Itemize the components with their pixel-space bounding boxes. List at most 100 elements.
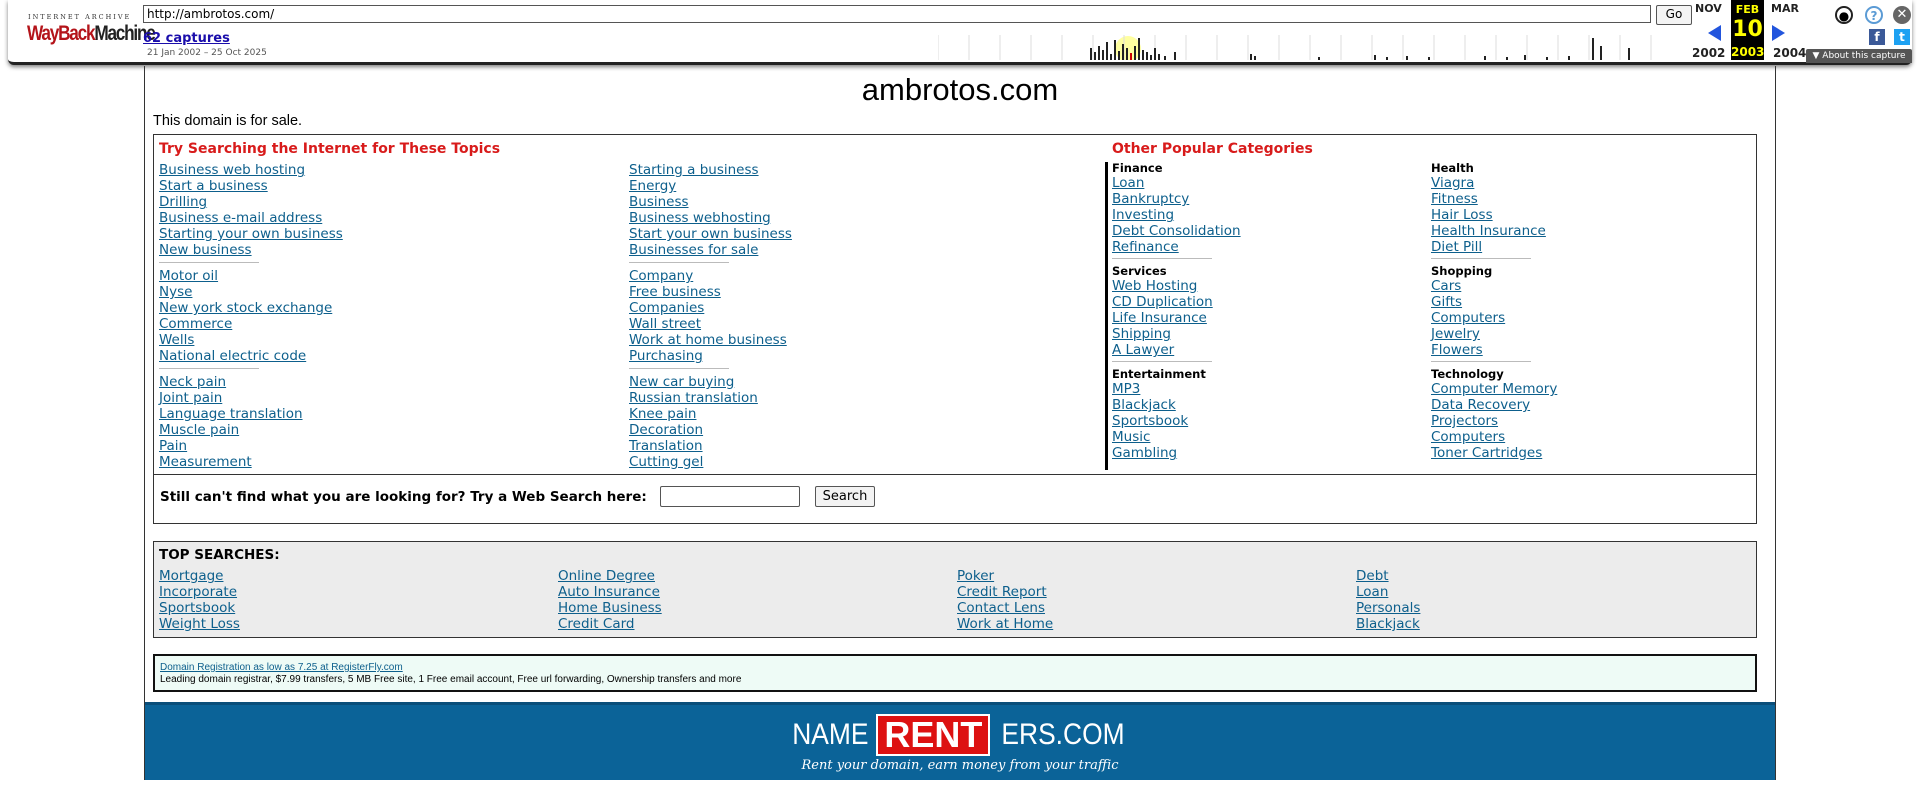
top-search-link[interactable]: Online Degree xyxy=(558,568,662,584)
web-search-input[interactable] xyxy=(660,486,800,507)
category-link[interactable]: Toner Cartridges xyxy=(1431,445,1557,461)
topic-link[interactable]: Company xyxy=(629,268,792,284)
topic-link[interactable]: Start a business xyxy=(159,178,343,194)
category-link[interactable]: MP3 xyxy=(1112,381,1241,397)
wayback-next-arrow-icon[interactable] xyxy=(1772,25,1785,41)
category-link[interactable]: Shipping xyxy=(1112,326,1241,342)
wayback-prev-arrow-icon[interactable] xyxy=(1708,25,1721,41)
user-icon[interactable]: ● xyxy=(1835,6,1853,24)
topic-link[interactable]: Language translation xyxy=(159,406,343,422)
category-link[interactable]: Fitness xyxy=(1431,191,1557,207)
top-search-link[interactable]: Home Business xyxy=(558,600,662,616)
category-link[interactable]: Investing xyxy=(1112,207,1241,223)
wayback-prev-month[interactable]: NOV xyxy=(1695,2,1722,15)
topic-link[interactable]: Decoration xyxy=(629,422,792,438)
category-link[interactable]: Sportsbook xyxy=(1112,413,1241,429)
category-link[interactable]: Computers xyxy=(1431,310,1557,326)
category-link[interactable]: Data Recovery xyxy=(1431,397,1557,413)
topic-link[interactable]: Nyse xyxy=(159,284,343,300)
wayback-prev-year[interactable]: 2002 xyxy=(1692,46,1725,60)
category-link[interactable]: Viagra xyxy=(1431,175,1557,191)
top-search-link[interactable]: Auto Insurance xyxy=(558,584,662,600)
topic-link[interactable]: Business e-mail address xyxy=(159,210,343,226)
topic-link[interactable]: Wells xyxy=(159,332,343,348)
topic-link[interactable]: Work at home business xyxy=(629,332,792,348)
close-icon[interactable]: ✕ xyxy=(1893,6,1911,24)
top-search-link[interactable]: Incorporate xyxy=(159,584,240,600)
category-link[interactable]: Health Insurance xyxy=(1431,223,1557,239)
topic-link[interactable]: Wall street xyxy=(629,316,792,332)
topic-link[interactable]: Commerce xyxy=(159,316,343,332)
top-search-link[interactable]: Contact Lens xyxy=(957,600,1053,616)
twitter-icon[interactable]: t xyxy=(1894,29,1910,45)
topic-link[interactable]: New york stock exchange xyxy=(159,300,343,316)
topic-link[interactable]: Business webhosting xyxy=(629,210,792,226)
category-link[interactable]: Jewelry xyxy=(1431,326,1557,342)
facebook-icon[interactable]: f xyxy=(1869,29,1885,45)
topic-link[interactable]: Free business xyxy=(629,284,792,300)
topic-link[interactable]: Russian translation xyxy=(629,390,792,406)
wayback-next-month[interactable]: MAR xyxy=(1771,2,1799,15)
namerenters-banner[interactable]: NAME RENT ERS.COM Rent your domain, earn m… xyxy=(145,702,1775,780)
category-link[interactable]: Diet Pill xyxy=(1431,239,1557,255)
category-link[interactable]: Gifts xyxy=(1431,294,1557,310)
top-search-link[interactable]: Debt xyxy=(1356,568,1420,584)
registration-link[interactable]: Domain Registration as low as 7.25 at Re… xyxy=(160,662,403,673)
topic-link[interactable]: Energy xyxy=(629,178,792,194)
category-link[interactable]: Debt Consolidation xyxy=(1112,223,1241,239)
category-link[interactable]: CD Duplication xyxy=(1112,294,1241,310)
category-link[interactable]: Blackjack xyxy=(1112,397,1241,413)
category-link[interactable]: Refinance xyxy=(1112,239,1241,255)
category-link[interactable]: Gambling xyxy=(1112,445,1241,461)
category-link[interactable]: A Lawyer xyxy=(1112,342,1241,358)
topic-link[interactable]: Muscle pain xyxy=(159,422,343,438)
category-link[interactable]: Cars xyxy=(1431,278,1557,294)
wayback-next-year[interactable]: 2004 xyxy=(1773,46,1806,60)
top-search-link[interactable]: Loan xyxy=(1356,584,1420,600)
topic-link[interactable]: Business xyxy=(629,194,792,210)
topic-link[interactable]: Joint pain xyxy=(159,390,343,406)
category-link[interactable]: Projectors xyxy=(1431,413,1557,429)
wayback-url-input[interactable]: http://ambrotos.com/ xyxy=(143,5,1651,23)
top-search-link[interactable]: Mortgage xyxy=(159,568,240,584)
top-search-link[interactable]: Personals xyxy=(1356,600,1420,616)
wayback-logo[interactable]: INTERNET ARCHIVE WayBackMachine xyxy=(20,10,156,52)
topic-link[interactable]: Cutting gel xyxy=(629,454,792,470)
wayback-go-button[interactable]: Go xyxy=(1656,5,1692,25)
wayback-captures-link[interactable]: 62 captures xyxy=(143,31,230,46)
topic-link[interactable]: Translation xyxy=(629,438,792,454)
category-link[interactable]: Web Hosting xyxy=(1112,278,1241,294)
top-search-link[interactable]: Credit Report xyxy=(957,584,1053,600)
category-link[interactable]: Bankruptcy xyxy=(1112,191,1241,207)
topic-link[interactable]: Business web hosting xyxy=(159,162,343,178)
topic-link[interactable]: Businesses for sale xyxy=(629,242,792,258)
category-link[interactable]: Computers xyxy=(1431,429,1557,445)
top-search-link[interactable]: Sportsbook xyxy=(159,600,240,616)
top-search-link[interactable]: Credit Card xyxy=(558,616,662,632)
category-link[interactable]: Hair Loss xyxy=(1431,207,1557,223)
top-search-link[interactable]: Work at Home xyxy=(957,616,1053,632)
topic-link[interactable]: New car buying xyxy=(629,374,792,390)
topic-link[interactable]: Start your own business xyxy=(629,226,792,242)
category-link[interactable]: Flowers xyxy=(1431,342,1557,358)
topic-link[interactable]: Measurement xyxy=(159,454,343,470)
top-search-link[interactable]: Blackjack xyxy=(1356,616,1420,632)
topic-link[interactable]: Starting your own business xyxy=(159,226,343,242)
topic-link[interactable]: Starting a business xyxy=(629,162,792,178)
about-capture-button[interactable]: ▼ About this capture xyxy=(1806,49,1912,63)
topic-link[interactable]: New business xyxy=(159,242,343,258)
top-search-link[interactable]: Poker xyxy=(957,568,1053,584)
topic-link[interactable]: Knee pain xyxy=(629,406,792,422)
topic-link[interactable]: Drilling xyxy=(159,194,343,210)
wayback-sparkline[interactable] xyxy=(938,30,1688,60)
web-search-button[interactable]: Search xyxy=(815,486,875,507)
topic-link[interactable]: Pain xyxy=(159,438,343,454)
topic-link[interactable]: Companies xyxy=(629,300,792,316)
topic-link[interactable]: National electric code xyxy=(159,348,343,364)
topic-link[interactable]: Neck pain xyxy=(159,374,343,390)
category-link[interactable]: Life Insurance xyxy=(1112,310,1241,326)
topic-link[interactable]: Purchasing xyxy=(629,348,792,364)
top-search-link[interactable]: Weight Loss xyxy=(159,616,240,632)
topic-link[interactable]: Motor oil xyxy=(159,268,343,284)
category-link[interactable]: Music xyxy=(1112,429,1241,445)
